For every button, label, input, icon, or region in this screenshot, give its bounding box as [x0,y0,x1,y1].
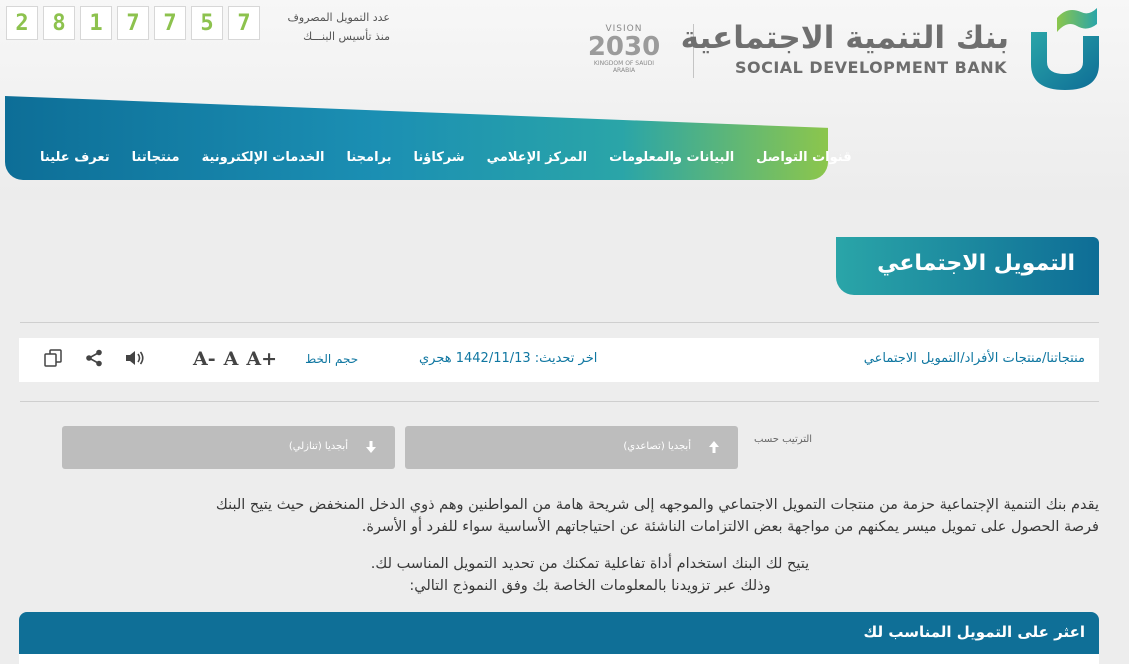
counter-labels: عدد التمويل المصروف منذ تأسيس البنـــك [270,8,390,46]
counter-digit: 5 [191,6,223,40]
main-nav: تعرف علينا منتجاتنا الخدمات الإلكترونية … [40,150,852,168]
divider [20,401,1099,402]
counter-digit: 2 [6,6,38,40]
nav-item-products[interactable]: منتجاتنا [132,150,180,168]
counter-digit: 7 [117,6,149,40]
funding-counter: 2 8 1 7 7 5 7 [6,6,260,40]
sort-descending-label: أبجديا (تنازلي) [288,441,348,452]
sort-descending-button[interactable]: أبجديا (تنازلي) [62,426,395,469]
page-toolbar: منتجاتنا/منتجات الأفراد/التمويل الاجتماع… [19,338,1099,382]
counter-digit: 7 [228,6,260,40]
nav-item-partners[interactable]: شركاؤنا [414,150,465,168]
bank-logo-icon[interactable] [1027,2,1103,94]
bank-name-arabic: بنك التنمية الاجتماعية [680,20,1010,56]
page-title: التمويل الاجتماعي [877,251,1075,276]
intro-line: فرصة الحصول على تمويل ميسر يمكنهم من موا… [361,519,1099,535]
breadcrumb-current: التمويل الاجتماعي [863,351,961,366]
vision-2030-logo: VISION 2030 KINGDOM OF SAUDI ARABIA [582,24,666,80]
tool-line: يتيح لك البنك استخدام أداة تفاعلية تمكنك… [370,556,810,572]
find-financing-title: اعثر على التمويل المناسب لك [863,623,1085,641]
sort-ascending-label: أبجديا (تصاعدي) [623,441,691,452]
sort-ascending-button[interactable]: أبجديا (تصاعدي) [405,426,738,469]
font-increase-button[interactable]: A+ [246,348,277,370]
vision-year: 2030 [587,32,661,62]
counter-digit: 7 [154,6,186,40]
breadcrumb-individual-products[interactable]: منتجات الأفراد [965,351,1042,366]
counter-digit: 8 [43,6,75,40]
vision-country: KINGDOM OF SAUDI ARABIA [593,60,655,74]
intro-paragraph: يقدم بنك التنمية الإجتماعية حزمة من منتج… [20,494,1099,538]
nav-item-about[interactable]: تعرف علينا [40,150,110,168]
font-size-label: حجم الخط [305,352,359,366]
find-financing-body [19,654,1099,664]
speaker-icon[interactable] [123,346,147,370]
page-title-box: التمويل الاجتماعي [836,237,1099,295]
divider [20,322,1099,323]
breadcrumb-products[interactable]: منتجاتنا [1046,351,1085,366]
tool-paragraph: يتيح لك البنك استخدام أداة تفاعلية تمكنك… [180,553,1000,597]
counter-label-bottom: منذ تأسيس البنـــك [303,30,390,43]
nav-item-media[interactable]: المركز الإعلامي [487,150,587,168]
nav-item-programs[interactable]: برامجنا [346,150,391,168]
nav-item-eservices[interactable]: الخدمات الإلكترونية [202,150,325,168]
font-size-controls: A- A A+ حجم الخط [193,348,358,370]
nav-item-data[interactable]: البيانات والمعلومات [609,150,734,168]
sort-label: الترتيب حسب [754,434,813,445]
bank-name-english: SOCIAL DEVELOPMENT BANK [734,58,1007,77]
tool-line: وذلك عبر تزويدنا بالمعلومات الخاصة بك وف… [409,578,771,594]
arrow-up-icon [709,441,719,453]
arrow-down-icon [366,441,376,453]
counter-digit: 1 [80,6,112,40]
nav-item-contact[interactable]: قنوات التواصل [756,150,851,168]
last-updated: اخر تحديث: 1442/11/13 هجري [419,351,598,366]
font-decrease-button[interactable]: A- [193,348,216,370]
counter-label-top: عدد التمويل المصروف [287,11,390,24]
breadcrumb: منتجاتنا/منتجات الأفراد/التمويل الاجتماع… [864,351,1085,366]
font-reset-button[interactable]: A [224,348,239,370]
intro-line: يقدم بنك التنمية الإجتماعية حزمة من منتج… [215,497,1099,513]
copy-icon[interactable] [41,346,65,370]
share-icon[interactable] [82,346,106,370]
